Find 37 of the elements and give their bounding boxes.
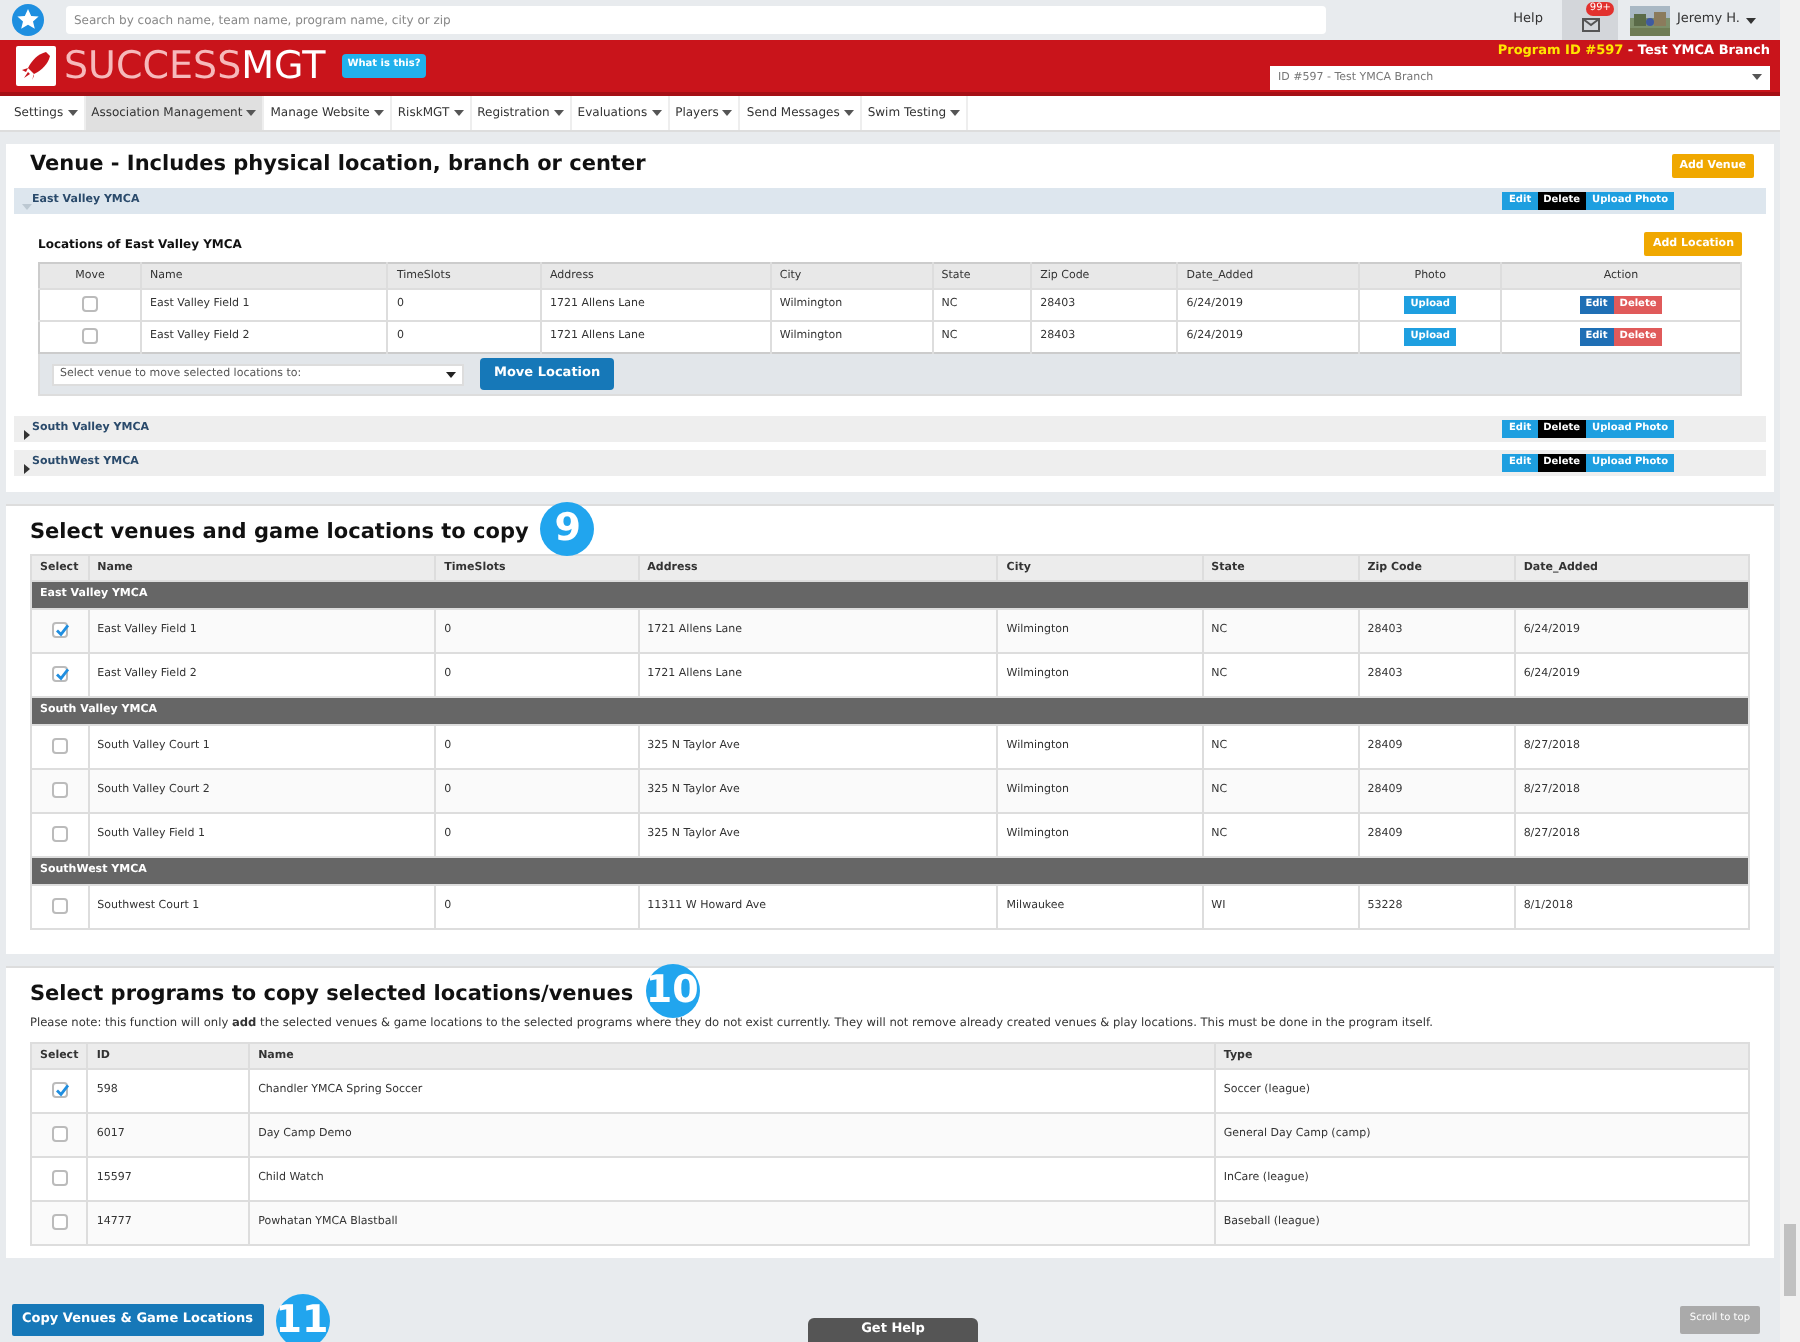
step-number-badge: 11 <box>275 1293 330 1342</box>
caret-icon <box>446 371 456 377</box>
step-number-badge: 10 <box>645 963 700 1017</box>
checkbox[interactable] <box>51 622 68 639</box>
checkbox[interactable] <box>51 738 68 755</box>
caret-icon <box>651 110 662 116</box>
checkbox[interactable] <box>51 666 68 683</box>
expand-toggle-icon[interactable] <box>22 458 32 468</box>
caret-icon <box>843 110 854 116</box>
checkbox[interactable] <box>82 328 99 345</box>
checkbox[interactable] <box>51 1213 68 1230</box>
mail-icon <box>1581 18 1600 32</box>
checkbox[interactable] <box>51 782 68 799</box>
caret-icon <box>722 110 733 116</box>
caret-icon <box>373 110 384 116</box>
star-logo-icon[interactable] <box>8 0 48 40</box>
rocket-logo-icon[interactable] <box>16 46 56 86</box>
checkbox[interactable] <box>82 296 99 313</box>
caret-icon <box>1752 74 1762 81</box>
checkbox[interactable] <box>51 1169 68 1186</box>
checkbox[interactable] <box>51 898 68 915</box>
logo-text: SUCCESSMGT <box>64 47 326 85</box>
caret-icon <box>453 110 464 116</box>
caret-icon <box>1746 17 1756 23</box>
caret-icon <box>950 110 961 116</box>
section-title: Select venues and game locations to copy <box>30 518 529 549</box>
checkbox[interactable] <box>51 826 68 843</box>
step-number-badge: 9 <box>540 501 595 555</box>
section-title: Select programs to copy selected locations/venues <box>30 980 634 1011</box>
checkbox[interactable] <box>51 1081 68 1098</box>
section-title: Venue - Includes physical location, branch or center <box>30 150 646 181</box>
checkbox[interactable] <box>51 1125 68 1142</box>
caret-icon <box>67 110 78 116</box>
caret-icon <box>246 110 257 116</box>
expand-toggle-icon[interactable] <box>22 424 32 434</box>
caret-icon <box>553 110 564 116</box>
scrollbar[interactable] <box>1780 0 1800 1342</box>
